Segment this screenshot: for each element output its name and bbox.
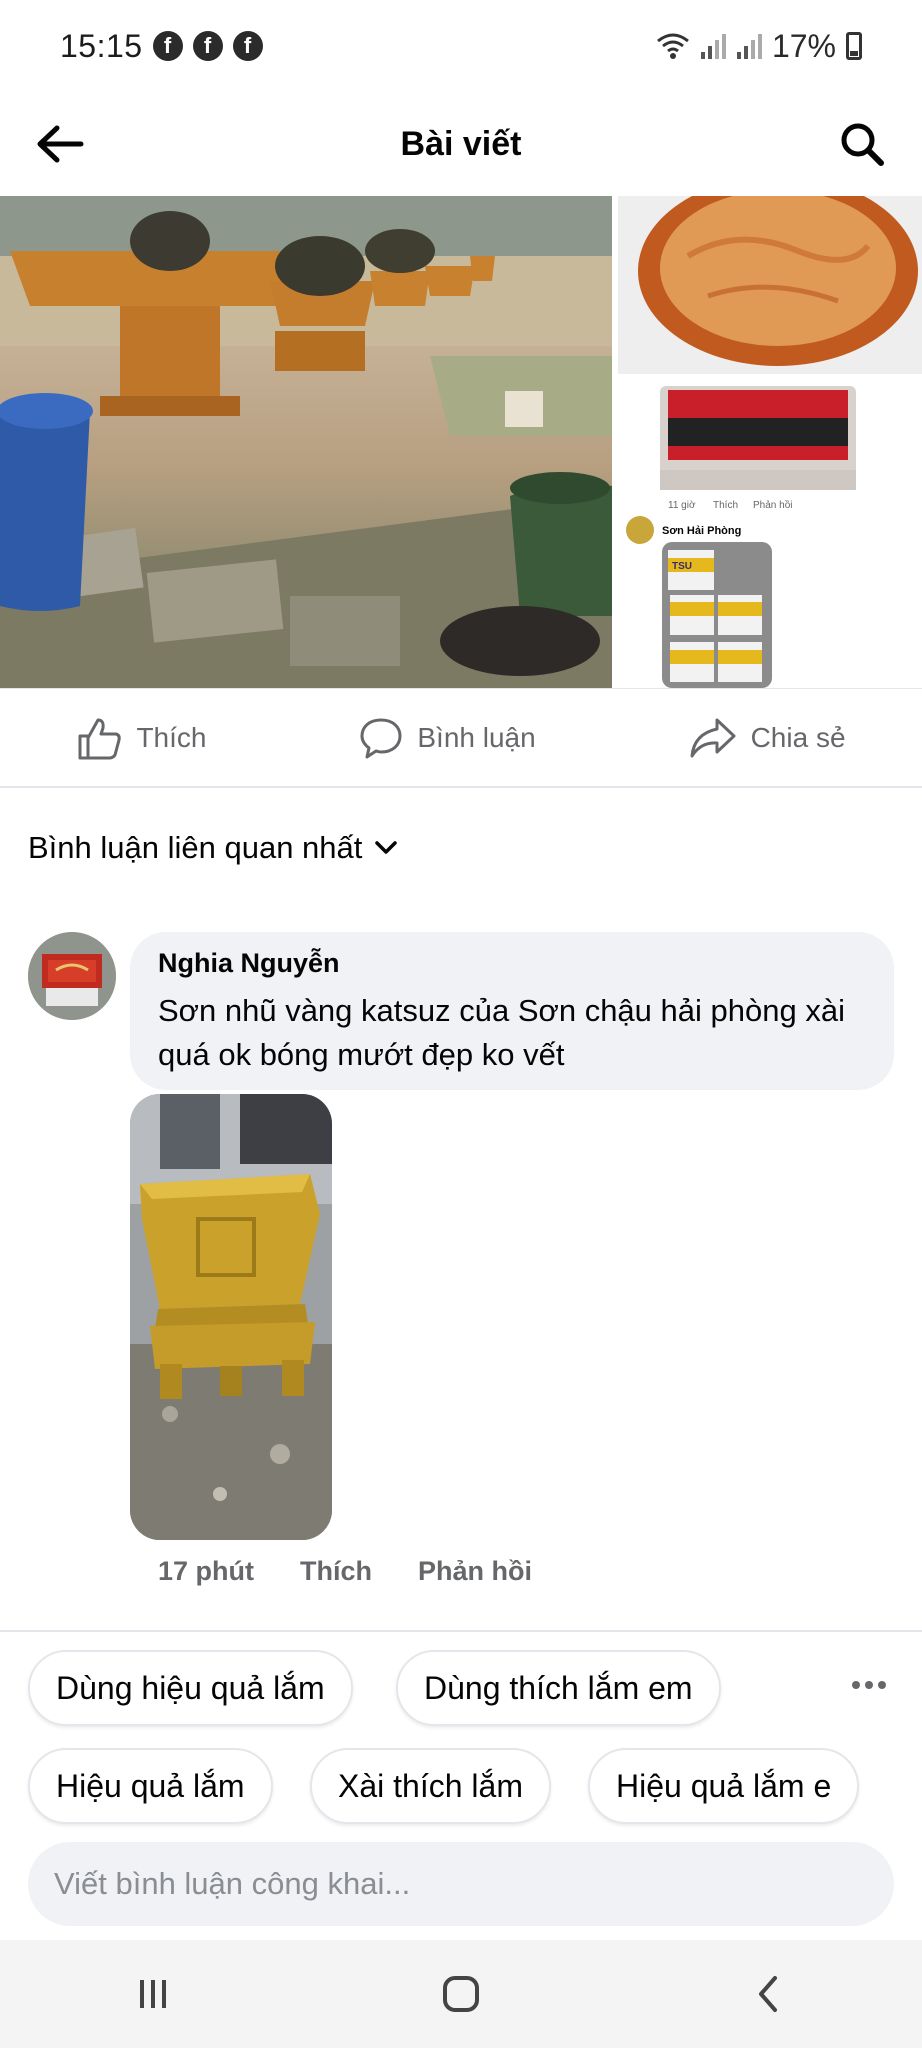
quick-reply-chip[interactable]: Dùng thích lắm em	[396, 1650, 721, 1726]
post-photo-screenshot[interactable]: 11 giờ Thích Phản hồi Sơn Hải Phòng TSU	[618, 380, 922, 688]
divider	[0, 1630, 922, 1632]
battery-percent: 17%	[771, 27, 836, 64]
thumb-can-label: TSU	[672, 561, 692, 572]
header: Bài viết	[0, 92, 922, 196]
comment-meta: 17 phút Thích Phản hồi	[158, 1556, 532, 1587]
thumb-meta-like: Thích	[713, 500, 738, 511]
screenshot-thumbnail: 11 giờ Thích Phản hồi Sơn Hải Phòng TSU	[626, 386, 856, 688]
post-photo-paint-can[interactable]	[618, 196, 922, 374]
sort-label: Bình luận liên quan nhất	[28, 830, 363, 865]
avatar[interactable]	[28, 932, 116, 1020]
post-actions: Thích Bình luận Chia sẻ	[0, 688, 922, 788]
back-button[interactable]	[30, 114, 90, 174]
signal-icon	[736, 34, 762, 59]
back-nav-icon[interactable]	[749, 1974, 789, 2014]
facebook-icon: f	[152, 31, 183, 61]
status-time: 15:15	[60, 27, 143, 64]
quick-reply-chip[interactable]: Dùng hiệu quả lắm	[28, 1650, 353, 1726]
chevron-down-icon	[375, 841, 398, 854]
quick-reply-chip[interactable]: Xài thích lắm	[310, 1748, 551, 1824]
more-options-button[interactable]	[844, 1660, 894, 1710]
quick-reply-chip[interactable]: Hiệu quả lắm	[28, 1748, 273, 1824]
comment-label: Bình luận	[417, 721, 536, 753]
signal-icon	[700, 34, 726, 59]
facebook-icon: f	[232, 31, 263, 61]
arrow-left-icon	[37, 125, 84, 163]
comment-text: Sơn nhũ vàng katsuz của Sơn chậu hải phò…	[158, 993, 845, 1072]
thumbs-up-icon	[78, 718, 122, 759]
paint-can-photo	[618, 196, 922, 374]
dot	[878, 1681, 886, 1689]
status-right: 17%	[656, 28, 862, 65]
page-title: Bài viết	[400, 124, 522, 163]
battery-icon	[846, 32, 862, 60]
like-label: Thích	[136, 721, 207, 753]
comment-photo[interactable]	[130, 1094, 332, 1540]
comment-author[interactable]: Nghia Nguyễn	[158, 948, 866, 979]
share-button[interactable]: Chia sẻ	[689, 716, 846, 760]
status-bar: 15:15 f f f 17%	[0, 0, 922, 92]
comment-sort-dropdown[interactable]: Bình luận liên quan nhất	[28, 830, 398, 866]
quick-reply-chip[interactable]: Hiệu quả lắm e	[588, 1748, 860, 1824]
share-arrow-icon	[690, 718, 736, 757]
dot	[852, 1681, 860, 1689]
gold-pot-photo	[130, 1094, 332, 1540]
comment-input[interactable]: Viết bình luận công khai...	[28, 1842, 894, 1926]
comment-bubble[interactable]: Nghia Nguyễn Sơn nhũ vàng katsuz của Sơn…	[130, 932, 894, 1090]
dot	[865, 1681, 873, 1689]
status-left: 15:15 f f f	[60, 28, 263, 65]
avatar-image	[28, 932, 116, 1020]
thumb-meta-time: 11 giờ	[668, 500, 696, 511]
comment-like-button[interactable]: Thích	[300, 1556, 372, 1587]
post-photo-main[interactable]	[0, 196, 612, 688]
system-nav-bar	[0, 1940, 922, 2048]
bonsai-pots-photo	[0, 196, 612, 688]
comment-bubble-icon	[360, 718, 402, 758]
comment-time[interactable]: 17 phút	[158, 1556, 254, 1587]
like-button[interactable]: Thích	[76, 716, 206, 760]
search-icon	[841, 123, 884, 166]
search-button[interactable]	[832, 114, 892, 174]
post-media[interactable]: 11 giờ Thích Phản hồi Sơn Hải Phòng TSU	[0, 196, 922, 688]
comment-reply-button[interactable]: Phản hồi	[418, 1556, 532, 1587]
home-icon[interactable]	[439, 1972, 483, 2016]
share-label: Chia sẻ	[750, 721, 846, 753]
thumb-author: Sơn Hải Phòng	[662, 525, 741, 537]
facebook-icon: f	[192, 31, 223, 61]
comment-button[interactable]: Bình luận	[359, 716, 536, 760]
wifi-icon	[657, 33, 689, 59]
thumb-meta-reply: Phản hồi	[753, 499, 792, 511]
recent-apps-icon[interactable]	[133, 1974, 173, 2014]
